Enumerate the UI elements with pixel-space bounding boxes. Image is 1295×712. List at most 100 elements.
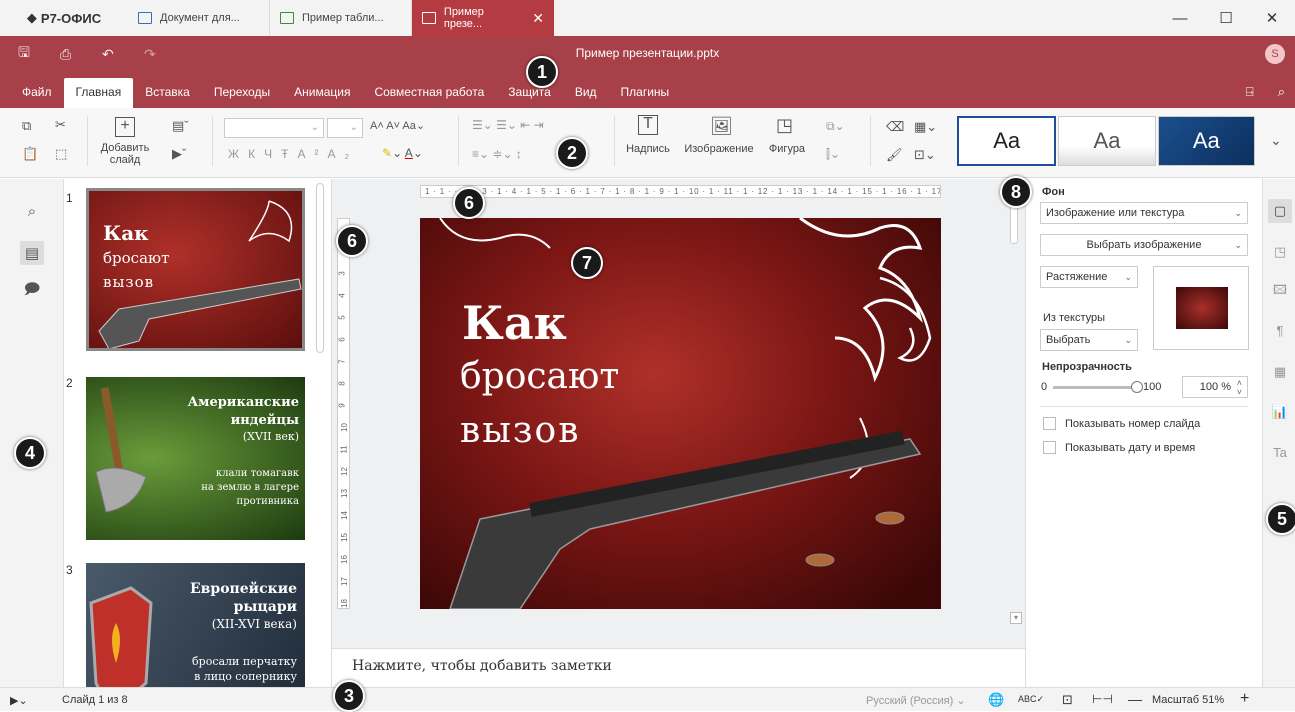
- opacity-input[interactable]: 100 % ˄ ˅: [1182, 376, 1248, 398]
- close-window-button[interactable]: ✕: [1249, 0, 1295, 36]
- fit-width-icon[interactable]: ⊢⊣: [1092, 692, 1113, 706]
- ruler-label: 4: [337, 293, 347, 298]
- cut-icon[interactable]: ✂: [55, 117, 66, 133]
- menu-animation[interactable]: Анимация: [282, 78, 362, 108]
- texture-select[interactable]: Выбрать ⌄: [1040, 329, 1138, 351]
- copy-style-icon[interactable]: 🖌: [886, 147, 903, 163]
- menu-file[interactable]: Файл: [10, 78, 64, 108]
- show-slide-number-checkbox[interactable]: [1043, 417, 1056, 430]
- slideshow-icon[interactable]: ▶ˇ: [172, 146, 186, 162]
- image-icon[interactable]: 🖼: [710, 116, 733, 137]
- thumbnails-scrollbar[interactable]: [316, 183, 324, 353]
- callout-badge: 8: [1000, 176, 1032, 208]
- menu-collaboration[interactable]: Совместная работа: [362, 78, 496, 108]
- align-shape-icon[interactable]: ⫿⌄: [826, 147, 840, 162]
- thumbnail-slide-3[interactable]: Европейские рыцари (XII-XVI века) бросал…: [86, 563, 305, 687]
- tab-spreadsheet[interactable]: Пример табли...: [270, 0, 412, 36]
- select-all-icon[interactable]: ⬚: [55, 146, 67, 162]
- copy-icon[interactable]: ⧉: [22, 118, 31, 134]
- textbox-icon[interactable]: T: [638, 115, 658, 135]
- callout-badge: 5: [1266, 503, 1295, 535]
- redo-icon[interactable]: ↷: [144, 46, 186, 63]
- clear-style-icon[interactable]: ⌫: [886, 119, 904, 135]
- theme-1[interactable]: Aa: [957, 116, 1057, 166]
- maximize-button[interactable]: ☐: [1203, 0, 1249, 36]
- slides-icon[interactable]: ▤: [20, 241, 44, 265]
- stretch-select[interactable]: Растяжение ⌄: [1040, 266, 1138, 288]
- chart-settings-icon[interactable]: 📊: [1271, 403, 1289, 421]
- add-slide-button[interactable]: Добавить слайд: [96, 142, 154, 166]
- undo-icon[interactable]: ↶: [102, 46, 144, 63]
- textbox-button[interactable]: Надпись: [620, 143, 676, 155]
- save-icon[interactable]: 🖫: [18, 42, 60, 66]
- align-buttons[interactable]: ≡⌄ ≑⌄ ↕: [472, 147, 522, 161]
- avatar[interactable]: S: [1265, 44, 1285, 64]
- image-settings-icon[interactable]: 🖾: [1271, 282, 1289, 301]
- menu-plugins[interactable]: Плагины: [609, 78, 682, 108]
- right-sidebar: ▢ ◳ 🖾 ¶ ▦ 📊 Ta: [1262, 179, 1295, 687]
- language-select[interactable]: Русский (Россия) ⌄: [866, 694, 966, 707]
- choose-image-button[interactable]: Выбрать изображение ⌄: [1040, 234, 1248, 256]
- arrange-icon[interactable]: ⧉⌄: [826, 119, 845, 134]
- tab-presentation[interactable]: Пример презе... ✕: [412, 0, 554, 36]
- opacity-slider[interactable]: [1053, 381, 1143, 393]
- add-slide-icon[interactable]: +: [115, 117, 135, 137]
- minimize-button[interactable]: —: [1157, 0, 1203, 36]
- font-name-select[interactable]: ⌄: [224, 118, 324, 138]
- zoom-out-button[interactable]: —: [1128, 691, 1142, 707]
- tab-document[interactable]: Документ для...: [128, 0, 270, 36]
- slide-settings-icon[interactable]: ▢: [1268, 199, 1292, 223]
- ruler-label: 3: [337, 271, 347, 276]
- horizontal-ruler: 1 · 1 · · · 2 · 3 · 1 · 4 · 1 · 5 · 1 · …: [420, 185, 941, 198]
- menu-transitions[interactable]: Переходы: [202, 78, 282, 108]
- thumbnail-slide-2[interactable]: Американские индейцы (XVII век) клали то…: [86, 377, 305, 540]
- text-art-settings-icon[interactable]: Ta: [1271, 443, 1289, 461]
- print-icon[interactable]: ⎙: [60, 46, 102, 63]
- shape-icon[interactable]: ◳: [776, 115, 793, 136]
- menu-insert[interactable]: Вставка: [133, 78, 202, 108]
- ruler-label: 9: [337, 403, 347, 408]
- ruler-label: 14: [339, 511, 349, 520]
- search-icon[interactable]: ⌕: [1278, 84, 1285, 100]
- paste-icon[interactable]: 📋: [22, 146, 38, 162]
- font-size-select[interactable]: ⌄: [327, 118, 363, 138]
- slideshow-start-icon[interactable]: ▶⌄: [10, 694, 28, 707]
- highlight-icon[interactable]: ✎⌄ A⌄: [382, 146, 423, 160]
- image-button[interactable]: Изображение: [680, 143, 758, 155]
- color-scheme-icon[interactable]: ▦⌄: [914, 119, 937, 135]
- globe-icon[interactable]: 🌐: [988, 692, 1004, 708]
- shape-settings-icon[interactable]: ◳: [1271, 243, 1289, 261]
- callout-badge: 1: [526, 56, 558, 88]
- ruler-label: 7: [337, 359, 347, 364]
- slide-size-icon[interactable]: ⊡⌄: [914, 147, 936, 163]
- fit-slide-icon[interactable]: ⊡: [1062, 692, 1073, 708]
- opacity-slider-thumb[interactable]: [1131, 381, 1143, 393]
- search-icon[interactable]: ⌕: [20, 199, 44, 223]
- table-settings-icon[interactable]: ▦: [1271, 363, 1289, 381]
- menu-home[interactable]: Главная: [63, 78, 134, 108]
- chevron-down-icon: ⌄: [1234, 208, 1242, 218]
- thumbnail-slide-1[interactable]: Как бросают вызов: [86, 188, 305, 351]
- editor-scroll-down[interactable]: ▾: [1010, 612, 1022, 624]
- current-slide[interactable]: Как бросают вызов: [420, 218, 941, 609]
- fill-type-value: Изображение или текстура: [1046, 207, 1185, 219]
- notes-area[interactable]: Нажмите, чтобы добавить заметки: [332, 648, 1025, 687]
- zoom-in-button[interactable]: +: [1240, 690, 1249, 708]
- ruler-label: 6: [337, 337, 347, 342]
- comments-icon[interactable]: 🗩: [20, 279, 44, 303]
- font-size-buttons[interactable]: A˄ A˅ Aa⌄: [370, 119, 425, 132]
- fill-type-select[interactable]: Изображение или текстура ⌄: [1040, 202, 1248, 224]
- spellcheck-icon[interactable]: ABC✓: [1018, 694, 1044, 705]
- menu-view[interactable]: Вид: [563, 78, 609, 108]
- paragraph-settings-icon[interactable]: ¶: [1271, 321, 1289, 339]
- shape-button[interactable]: Фигура: [762, 143, 812, 155]
- close-tab-icon[interactable]: ✕: [532, 10, 544, 27]
- list-buttons[interactable]: ☰⌄ ☰⌄ ⇤ ⇥: [472, 118, 544, 132]
- open-location-icon[interactable]: ⍈: [1246, 84, 1254, 100]
- font-style-buttons[interactable]: ЖКЧŦA²A₂: [228, 147, 358, 161]
- theme-2[interactable]: Aa: [1058, 116, 1156, 166]
- theme-3[interactable]: Aa: [1157, 116, 1255, 166]
- theme-more-icon[interactable]: ⌄: [1270, 132, 1282, 149]
- layout-icon[interactable]: ▤ˇ: [172, 118, 189, 134]
- show-date-checkbox[interactable]: [1043, 441, 1056, 454]
